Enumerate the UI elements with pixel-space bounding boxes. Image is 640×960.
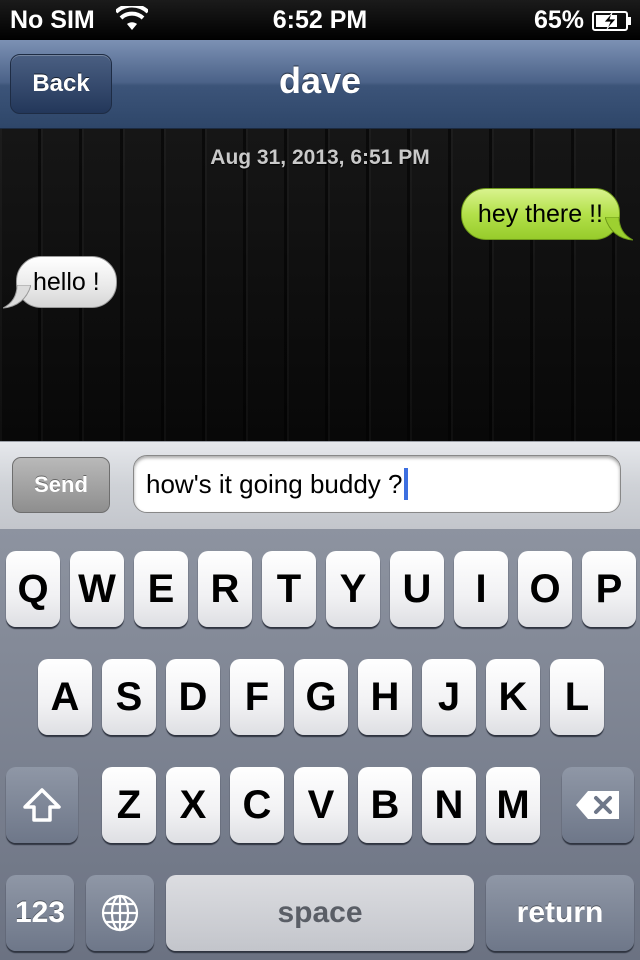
delete-key[interactable]: [562, 767, 634, 843]
sent-message-bubble[interactable]: hey there !!: [460, 188, 633, 241]
key-p[interactable]: P: [582, 551, 636, 627]
battery-percent: 65%: [533, 6, 584, 34]
text-cursor: [404, 468, 409, 500]
key-q[interactable]: Q: [6, 551, 60, 627]
message-text: hello !: [33, 268, 100, 296]
key-v[interactable]: V: [294, 767, 348, 843]
battery-charging-icon: [592, 9, 632, 31]
key-l[interactable]: L: [550, 659, 604, 735]
conversation-area[interactable]: Aug 31, 2013, 6:51 PM hey there !! hello…: [0, 129, 640, 441]
bubble-tail: [605, 217, 633, 241]
key-k[interactable]: K: [486, 659, 540, 735]
key-j[interactable]: J: [422, 659, 476, 735]
return-key[interactable]: return: [486, 875, 634, 951]
backspace-icon: [574, 789, 622, 821]
status-bar: No SIM 6:52 PM 65%: [0, 0, 640, 40]
key-c[interactable]: C: [230, 767, 284, 843]
key-e[interactable]: E: [134, 551, 188, 627]
key-h[interactable]: H: [358, 659, 412, 735]
key-w[interactable]: W: [70, 551, 124, 627]
key-g[interactable]: G: [294, 659, 348, 735]
received-message-bubble[interactable]: hello !: [3, 256, 117, 309]
key-n[interactable]: N: [422, 767, 476, 843]
key-r[interactable]: R: [198, 551, 252, 627]
page-title: dave: [278, 60, 362, 101]
key-z[interactable]: Z: [102, 767, 156, 843]
key-s[interactable]: S: [102, 659, 156, 735]
message-text: hey there !!: [477, 200, 603, 228]
message-timestamp: Aug 31, 2013, 6:51 PM: [210, 146, 430, 169]
key-a[interactable]: A: [38, 659, 92, 735]
bubble-tail: [3, 285, 31, 309]
key-b[interactable]: B: [358, 767, 412, 843]
key-d[interactable]: D: [166, 659, 220, 735]
globe-key[interactable]: [86, 875, 154, 951]
key-y[interactable]: Y: [326, 551, 380, 627]
nav-bar: Back dave: [0, 40, 640, 129]
compose-bar: Send how's it going buddy ?: [0, 441, 640, 530]
key-f[interactable]: F: [230, 659, 284, 735]
globe-icon: [100, 893, 140, 933]
key-o[interactable]: O: [518, 551, 572, 627]
shift-icon: [22, 787, 62, 823]
shift-key[interactable]: [6, 767, 78, 843]
numbers-key[interactable]: 123: [6, 875, 74, 951]
key-m[interactable]: M: [486, 767, 540, 843]
key-u[interactable]: U: [390, 551, 444, 627]
space-key[interactable]: space: [166, 875, 474, 951]
key-t[interactable]: T: [262, 551, 316, 627]
key-x[interactable]: X: [166, 767, 220, 843]
send-button[interactable]: Send: [12, 457, 110, 513]
message-input-value: how's it going buddy ?: [146, 468, 403, 499]
keyboard: Q W E R T Y U I O P A S D F G H J K L Z …: [0, 529, 640, 960]
message-input[interactable]: how's it going buddy ?: [133, 455, 621, 513]
key-i[interactable]: I: [454, 551, 508, 627]
